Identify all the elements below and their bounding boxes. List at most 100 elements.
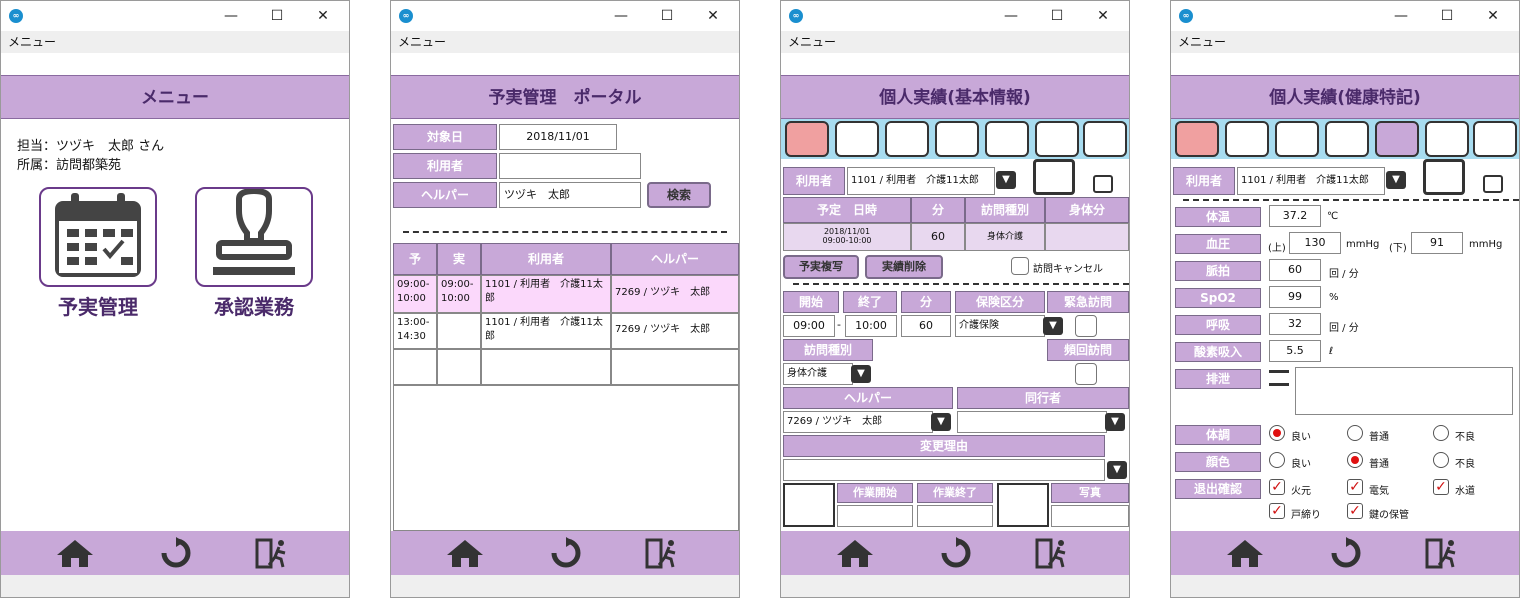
exit-icon[interactable] <box>1033 537 1073 569</box>
table-cell[interactable] <box>481 349 611 385</box>
bp-lower-field[interactable]: 91 <box>1411 232 1463 254</box>
maximize-icon[interactable]: ☐ <box>657 7 677 25</box>
map-pin-icon[interactable] <box>783 483 835 527</box>
menu-bar[interactable]: メニュー <box>391 31 739 53</box>
chevron-down-icon[interactable]: ▼ <box>931 413 951 431</box>
tab-care-icon[interactable] <box>885 121 929 157</box>
schedule-tile-button[interactable] <box>39 187 157 287</box>
helper-select[interactable]: 7269 / ツヅキ 太郎 <box>783 411 933 433</box>
temperature-field[interactable]: 37.2 <box>1269 205 1321 227</box>
close-icon[interactable]: ✕ <box>703 7 723 25</box>
save-icon[interactable] <box>1033 159 1075 195</box>
exit-icon[interactable] <box>643 537 683 569</box>
condition-good-radio[interactable] <box>1269 425 1285 441</box>
chevron-down-icon[interactable]: ▼ <box>1043 317 1063 335</box>
fire-checkbox[interactable]: ✓ <box>1269 479 1285 495</box>
close-icon[interactable]: ✕ <box>313 7 333 25</box>
respiration-field[interactable]: 32 <box>1269 313 1321 335</box>
home-icon[interactable] <box>55 537 95 569</box>
end-time-field[interactable]: 10:00 <box>845 315 897 337</box>
list-icon[interactable] <box>1269 370 1289 386</box>
excretion-field[interactable] <box>1295 367 1513 415</box>
trash-icon[interactable] <box>1093 175 1113 193</box>
exit-icon[interactable] <box>1423 537 1463 569</box>
complexion-bad-radio[interactable] <box>1433 452 1449 468</box>
user-select[interactable]: 1101 / 利用者 介護11太郎 <box>847 167 995 195</box>
complexion-good-radio[interactable] <box>1269 452 1285 468</box>
tab-pill-icon[interactable] <box>1035 121 1079 157</box>
work-start-field[interactable] <box>837 505 913 527</box>
reason-select[interactable] <box>783 459 1105 481</box>
chevron-down-icon[interactable]: ▼ <box>996 171 1016 189</box>
helper-field[interactable]: ツヅキ 太郎 <box>499 182 641 208</box>
tab-check-icon[interactable] <box>1473 121 1517 157</box>
schedule-tile-label[interactable]: 予実管理 <box>39 291 157 320</box>
table-cell[interactable] <box>611 349 739 385</box>
tab-heart-icon[interactable] <box>985 121 1029 157</box>
camera-icon[interactable] <box>997 483 1049 527</box>
maximize-icon[interactable]: ☐ <box>1437 7 1457 25</box>
bp-upper-field[interactable]: 130 <box>1289 232 1341 254</box>
minimize-icon[interactable]: — <box>1391 7 1411 25</box>
target-date-field[interactable]: 2018/11/01 <box>499 124 617 150</box>
delete-record-button[interactable]: 実績削除 <box>865 255 943 279</box>
table-cell[interactable]: 1101 / 利用者 介護11太郎 <box>481 275 611 313</box>
minimize-icon[interactable]: — <box>611 7 631 25</box>
user-select[interactable]: 1101 / 利用者 介護11太郎 <box>1237 167 1385 195</box>
tab-check-icon[interactable] <box>1083 121 1127 157</box>
close-icon[interactable]: ✕ <box>1093 7 1113 25</box>
oxygen-field[interactable]: 5.5 <box>1269 340 1321 362</box>
condition-bad-radio[interactable] <box>1433 425 1449 441</box>
menu-bar[interactable]: メニュー <box>1171 31 1519 53</box>
menu-bar[interactable]: メニュー <box>1 31 349 53</box>
minimize-icon[interactable]: — <box>1001 7 1021 25</box>
table-cell[interactable]: 09:00-10:00 <box>437 275 481 313</box>
chevron-down-icon[interactable]: ▼ <box>1107 461 1127 479</box>
visit-type-select[interactable]: 身体介護 <box>783 363 853 385</box>
work-end-field[interactable] <box>917 505 993 527</box>
home-icon[interactable] <box>835 537 875 569</box>
table-cell[interactable]: 1101 / 利用者 介護11太郎 <box>481 313 611 349</box>
urgent-checkbox[interactable] <box>1075 315 1097 337</box>
complexion-normal-radio[interactable] <box>1347 452 1363 468</box>
start-time-field[interactable]: 09:00 <box>783 315 835 337</box>
condition-normal-radio[interactable] <box>1347 425 1363 441</box>
copy-plan-button[interactable]: 予実複写 <box>783 255 859 279</box>
tab-list-icon[interactable] <box>1225 121 1269 157</box>
minimize-icon[interactable]: — <box>221 7 241 25</box>
search-button[interactable]: 検索 <box>647 182 711 208</box>
chevron-down-icon[interactable]: ▼ <box>851 365 871 383</box>
electric-checkbox[interactable]: ✓ <box>1347 479 1363 495</box>
user-field[interactable] <box>499 153 641 179</box>
table-row[interactable] <box>393 349 437 385</box>
water-checkbox[interactable]: ✓ <box>1433 479 1449 495</box>
tab-care-icon[interactable] <box>1275 121 1319 157</box>
tab-calendar-icon[interactable] <box>785 121 829 157</box>
home-icon[interactable] <box>1225 537 1265 569</box>
table-cell[interactable]: 7269 / ツヅキ 太郎 <box>611 313 739 349</box>
spo2-field[interactable]: 99 <box>1269 286 1321 308</box>
lock-checkbox[interactable]: ✓ <box>1269 503 1285 519</box>
trash-icon[interactable] <box>1483 175 1503 193</box>
table-cell[interactable] <box>437 349 481 385</box>
table-cell[interactable]: 7269 / ツヅキ 太郎 <box>611 275 739 313</box>
approval-tile-button[interactable] <box>195 187 313 287</box>
photo-field[interactable] <box>1051 505 1129 527</box>
tab-list-icon[interactable] <box>835 121 879 157</box>
maximize-icon[interactable]: ☐ <box>1047 7 1067 25</box>
tab-pill-icon[interactable] <box>1425 121 1469 157</box>
refresh-icon[interactable] <box>936 537 976 569</box>
cancel-checkbox[interactable] <box>1011 257 1029 275</box>
save-icon[interactable] <box>1423 159 1465 195</box>
home-icon[interactable] <box>445 537 485 569</box>
companion-select[interactable] <box>957 411 1107 433</box>
table-row[interactable]: 09:00-10:00 <box>393 275 437 313</box>
close-icon[interactable]: ✕ <box>1483 7 1503 25</box>
tab-heart-icon[interactable] <box>1375 121 1419 157</box>
exit-icon[interactable] <box>253 537 293 569</box>
minutes-field[interactable]: 60 <box>901 315 951 337</box>
tab-broom-icon[interactable] <box>1325 121 1369 157</box>
tab-broom-icon[interactable] <box>935 121 979 157</box>
chevron-down-icon[interactable]: ▼ <box>1105 413 1125 431</box>
refresh-icon[interactable] <box>1326 537 1366 569</box>
